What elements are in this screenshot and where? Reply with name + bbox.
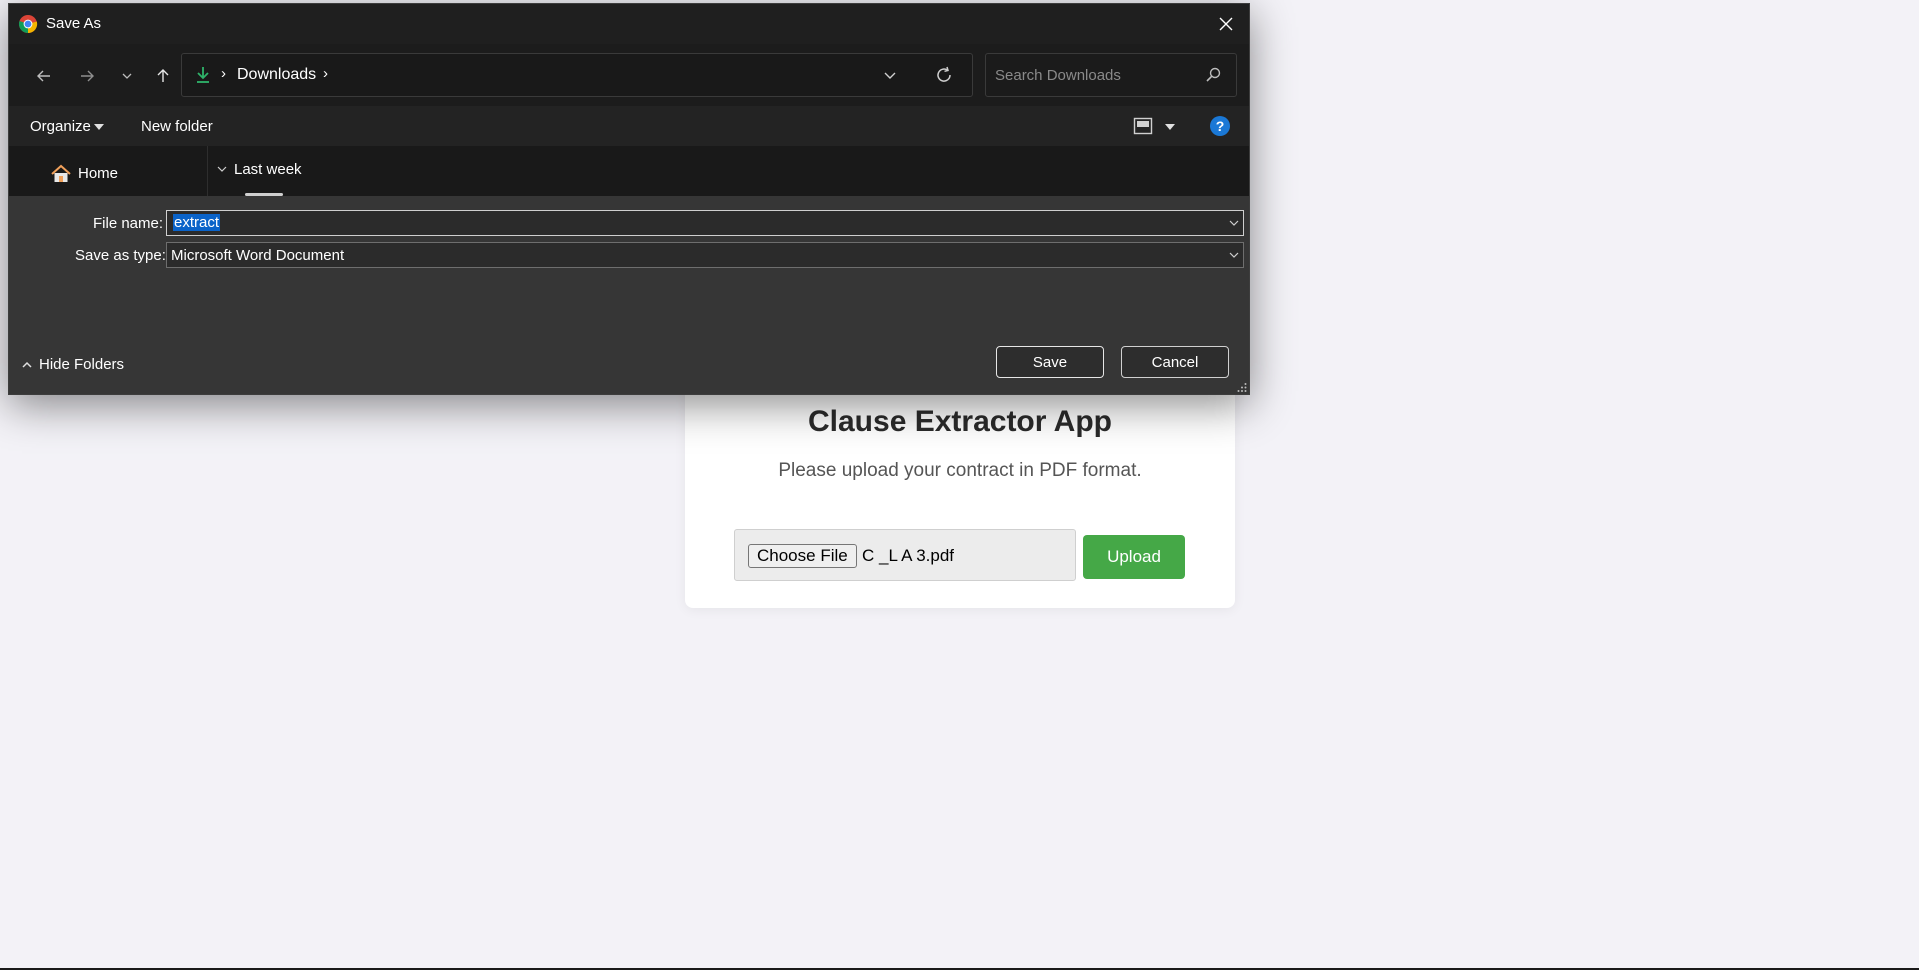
- arrow-right-icon: [81, 70, 94, 82]
- caret-down-icon[interactable]: [1165, 124, 1175, 130]
- app-subtitle: Please upload your contract in PDF forma…: [778, 460, 1142, 481]
- resize-grip-icon[interactable]: [1237, 382, 1247, 392]
- refresh-icon[interactable]: [934, 65, 954, 85]
- chevron-down-icon: [122, 73, 132, 79]
- up-button[interactable]: [148, 61, 178, 91]
- save-button[interactable]: Save: [996, 346, 1104, 378]
- chevron-down-icon[interactable]: [1229, 219, 1239, 227]
- back-button[interactable]: [29, 61, 59, 91]
- caret-down-icon: [94, 124, 104, 130]
- file-name-input[interactable]: extract: [166, 210, 1244, 236]
- hide-folders-label: Hide Folders: [39, 356, 125, 373]
- chevron-down-icon[interactable]: [217, 164, 227, 174]
- search-icon: [1206, 67, 1221, 82]
- chevron-down-icon[interactable]: [882, 67, 898, 83]
- dialog-title: Save As: [46, 15, 102, 32]
- arrow-left-icon: [37, 70, 50, 82]
- arrow-up-icon: [157, 69, 169, 82]
- home-icon: [51, 164, 71, 182]
- download-icon: [197, 67, 209, 83]
- navigation-row: › Downloads › Search Downloads: [9, 44, 1249, 106]
- search-placeholder: Search Downloads: [995, 67, 1121, 84]
- recent-locations-button[interactable]: [112, 61, 142, 91]
- upload-card: Clause Extractor App Please upload your …: [685, 380, 1235, 608]
- search-input[interactable]: Search Downloads: [985, 53, 1237, 97]
- file-name-value[interactable]: extract: [173, 214, 221, 231]
- address-bar[interactable]: › Downloads ›: [181, 53, 973, 97]
- chevron-down-icon[interactable]: [1229, 251, 1239, 259]
- file-input[interactable]: Choose File C _L A 3.pdf: [734, 529, 1076, 581]
- choose-file-button[interactable]: Choose File: [748, 544, 857, 568]
- app-title: Clause Extractor App: [808, 405, 1112, 438]
- chrome-icon: [18, 15, 38, 34]
- breadcrumb-separator[interactable]: ›: [323, 65, 328, 82]
- svg-text:?: ?: [1216, 118, 1225, 134]
- view-options-icon[interactable]: [1133, 116, 1153, 136]
- navigation-pane: Home: [9, 146, 208, 196]
- save-as-type-label: Save as type:: [75, 247, 166, 264]
- file-name-label: File name:: [93, 215, 164, 232]
- help-icon[interactable]: ?: [1210, 116, 1230, 136]
- command-bar: Organize New folder ?: [9, 106, 1249, 146]
- title-bar[interactable]: Save As: [9, 4, 1249, 44]
- file-list: Last week: [208, 146, 1249, 196]
- selected-file-name: C _L A 3.pdf: [862, 546, 954, 565]
- save-options-panel: File name: extract Save as type: Microso…: [9, 196, 1249, 394]
- close-button[interactable]: [1203, 4, 1249, 44]
- upload-button[interactable]: Upload: [1083, 535, 1185, 579]
- close-icon: [1219, 17, 1233, 31]
- nav-item-home[interactable]: Home: [78, 165, 118, 182]
- cancel-button[interactable]: Cancel: [1121, 346, 1229, 378]
- group-header-last-week[interactable]: Last week: [234, 161, 302, 178]
- chevron-up-icon: [22, 361, 32, 368]
- new-folder-button[interactable]: New folder: [141, 118, 213, 135]
- save-as-type-select[interactable]: Microsoft Word Document: [166, 242, 1244, 268]
- save-as-type-value: Microsoft Word Document: [171, 247, 345, 264]
- breadcrumb-separator: ›: [221, 65, 226, 82]
- save-as-dialog: Save As › Downloads › Search Downloads O…: [8, 3, 1250, 395]
- forward-button[interactable]: [72, 61, 102, 91]
- hide-folders-button[interactable]: Hide Folders: [21, 356, 124, 373]
- organize-menu[interactable]: Organize: [30, 118, 91, 135]
- breadcrumb-downloads[interactable]: Downloads: [237, 66, 316, 84]
